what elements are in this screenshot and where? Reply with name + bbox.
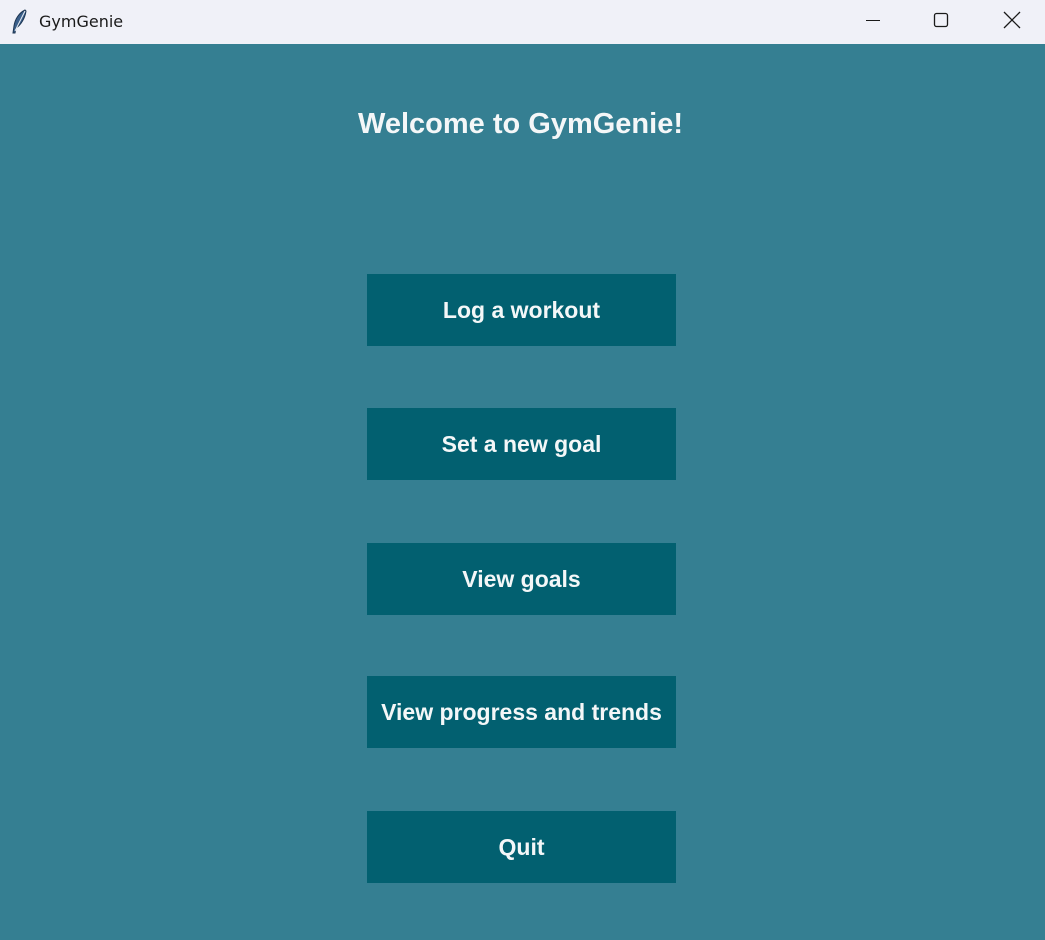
- maximize-button[interactable]: [906, 0, 976, 44]
- minimize-button[interactable]: [838, 0, 908, 44]
- set-new-goal-button[interactable]: Set a new goal: [367, 408, 676, 480]
- log-workout-button[interactable]: Log a workout: [367, 274, 676, 346]
- view-goals-button[interactable]: View goals: [367, 543, 676, 615]
- maximize-icon: [933, 12, 949, 33]
- minimize-icon: [865, 12, 881, 33]
- close-icon: [1003, 11, 1021, 34]
- title-bar[interactable]: GymGenie: [0, 0, 1045, 44]
- view-progress-button[interactable]: View progress and trends: [367, 676, 676, 748]
- window-title: GymGenie: [39, 12, 124, 31]
- welcome-heading: Welcome to GymGenie!: [358, 108, 683, 140]
- main-content: Welcome to GymGenie! Log a workout Set a…: [0, 44, 1045, 940]
- close-button[interactable]: [977, 0, 1045, 44]
- quit-button[interactable]: Quit: [367, 811, 676, 883]
- app-window: GymGenie Welcome to GymGenie! Log a work…: [0, 0, 1045, 940]
- feather-icon: [10, 9, 30, 35]
